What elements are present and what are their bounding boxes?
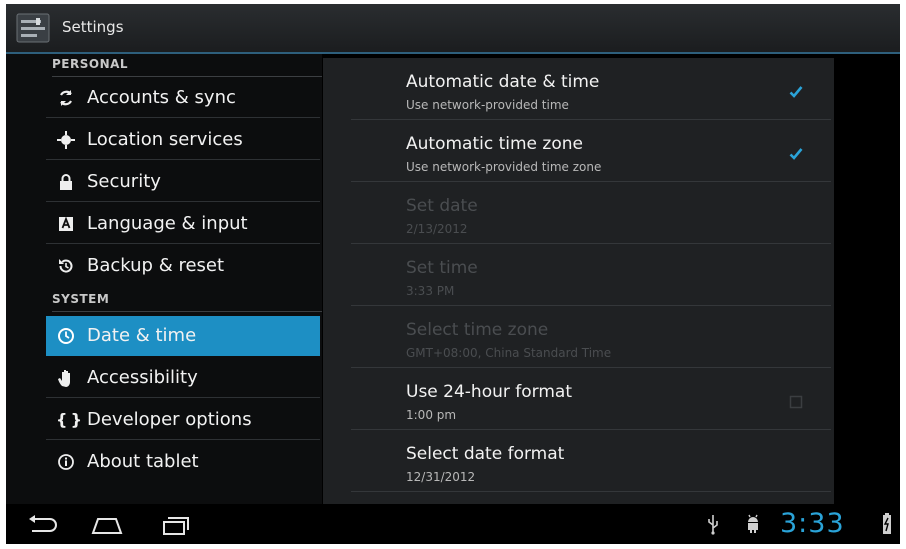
use-24-hour-checkbox[interactable] (789, 394, 803, 409)
recent-apps-button[interactable] (158, 514, 192, 540)
pref-title: Select time zone (406, 320, 549, 340)
sidebar-item-label: Developer options (87, 409, 252, 430)
tablet-screen: Settings PERSONAL Accounts & sync Locati… (6, 4, 900, 544)
sidebar-item-developer-options[interactable]: { } Developer options (46, 400, 320, 440)
pref-summary: Use network-provided time zone (406, 160, 602, 174)
pref-summary: Use network-provided time (406, 98, 569, 112)
sidebar-item-label: About tablet (87, 451, 199, 472)
divider (351, 367, 831, 368)
android-debug-icon (745, 514, 761, 538)
pref-set-time[interactable]: Set time 3:33 PM (351, 248, 831, 306)
back-button[interactable] (26, 514, 60, 540)
pref-title: Set date (406, 196, 478, 216)
section-header-personal-label: PERSONAL (52, 57, 129, 71)
braces-icon: { } (56, 410, 82, 429)
action-bar: Settings (6, 4, 900, 54)
pref-summary: 2/13/2012 (406, 222, 468, 236)
status-clock: 3:33 (780, 508, 845, 539)
divider (351, 429, 831, 430)
pref-title: Use 24-hour format (406, 382, 572, 402)
location-icon (56, 130, 76, 150)
sidebar-item-label: Security (87, 171, 161, 192)
info-icon (56, 452, 76, 472)
pref-title: Automatic date & time (406, 72, 600, 92)
sidebar-item-backup-reset[interactable]: Backup & reset (46, 246, 320, 286)
sidebar-item-accounts-sync[interactable]: Accounts & sync (46, 78, 320, 118)
pref-automatic-time-zone[interactable]: Automatic time zone Use network-provided… (351, 124, 831, 182)
section-header-personal: PERSONAL (52, 57, 322, 77)
sidebar-item-security[interactable]: Security (46, 162, 320, 202)
system-bar: 3:33 (6, 504, 900, 544)
sidebar-item-label: Location services (87, 129, 243, 150)
settings-headers-list: PERSONAL Accounts & sync Location servic… (6, 54, 322, 504)
battery-icon (882, 513, 892, 539)
divider (351, 305, 831, 306)
lock-icon (56, 172, 76, 192)
back-icon (29, 515, 57, 532)
divider (351, 181, 831, 182)
pref-title: Automatic time zone (406, 134, 583, 154)
auto-date-time-checkbox[interactable] (789, 84, 803, 98)
divider (46, 201, 320, 202)
divider (46, 159, 320, 160)
sidebar-item-label: Language & input (87, 213, 248, 234)
divider (46, 397, 320, 398)
keyboard-icon (56, 214, 76, 234)
app-title: Settings (62, 18, 124, 36)
pref-summary: GMT+08:00, China Standard Time (406, 346, 612, 360)
divider (46, 439, 320, 440)
sidebar-item-label: Backup & reset (87, 255, 225, 276)
sidebar-item-date-time[interactable]: Date & time (46, 316, 320, 356)
pref-summary: 12/31/2012 (406, 470, 476, 484)
pref-summary: 1:00 pm (406, 408, 457, 422)
divider (52, 311, 322, 312)
pref-use-24-hour-format[interactable]: Use 24-hour format 1:00 pm (351, 372, 831, 430)
divider (351, 243, 831, 244)
divider (52, 76, 322, 77)
sidebar-item-location-services[interactable]: Location services (46, 120, 320, 160)
sidebar-item-accessibility[interactable]: Accessibility (46, 358, 320, 398)
home-icon (91, 518, 123, 534)
pref-title: Select date format (406, 444, 565, 464)
sync-icon (56, 88, 76, 108)
sidebar-item-label: Accounts & sync (87, 87, 236, 108)
divider (351, 491, 831, 492)
sidebar-item-about-tablet[interactable]: About tablet (46, 442, 320, 482)
pref-select-date-format[interactable]: Select date format 12/31/2012 (351, 434, 831, 492)
sidebar-item-label: Date & time (87, 325, 197, 346)
date-time-preferences: Automatic date & time Use network-provid… (323, 58, 834, 504)
divider (46, 243, 320, 244)
sidebar-item-language-input[interactable]: Language & input (46, 204, 320, 244)
pref-select-time-zone[interactable]: Select time zone GMT+08:00, China Standa… (351, 310, 831, 368)
backup-icon (56, 256, 76, 276)
sidebar-item-label: Accessibility (87, 367, 198, 388)
section-header-system: SYSTEM (52, 292, 322, 312)
home-button[interactable] (90, 514, 124, 540)
usb-icon (706, 513, 720, 539)
clock-icon (56, 326, 76, 346)
section-header-system-label: SYSTEM (52, 292, 110, 306)
pref-set-date[interactable]: Set date 2/13/2012 (351, 186, 831, 244)
pref-automatic-date-time[interactable]: Automatic date & time Use network-provid… (351, 62, 831, 120)
settings-app-icon[interactable] (16, 13, 50, 43)
pref-summary: 3:33 PM (406, 284, 455, 298)
pref-title: Set time (406, 258, 478, 278)
divider (46, 117, 320, 118)
hand-icon (56, 368, 76, 388)
recent-apps-icon (163, 517, 189, 535)
auto-time-zone-checkbox[interactable] (789, 146, 803, 160)
divider (351, 119, 831, 120)
